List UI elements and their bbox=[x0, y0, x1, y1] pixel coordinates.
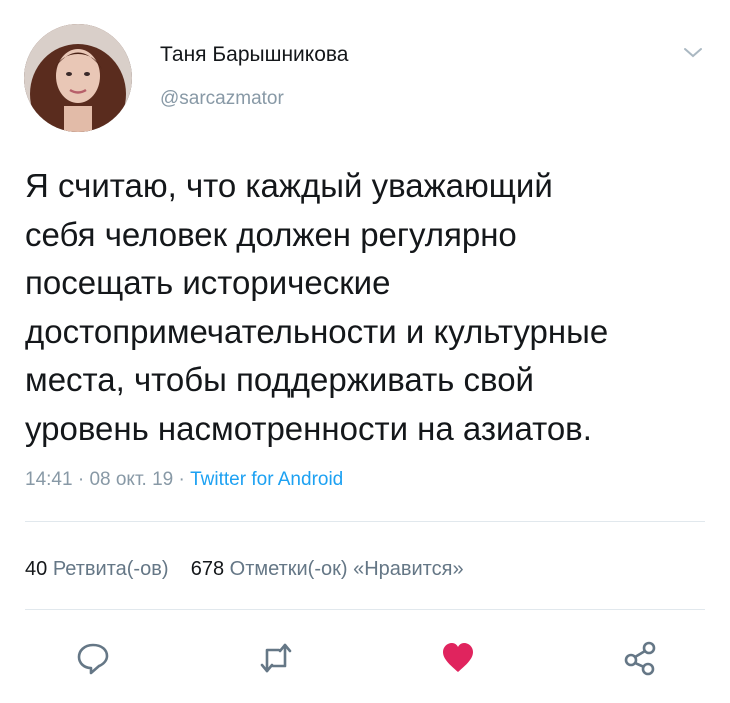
tweet-text-line: достопримечательности и культурные bbox=[25, 312, 609, 350]
meta-separator: · bbox=[173, 469, 191, 490]
retweets-count: 40 bbox=[25, 558, 48, 580]
tweet-text-line: места, чтобы поддерживать свой bbox=[25, 361, 534, 398]
likes-label: Отметки(-ок) «Нравится» bbox=[229, 558, 464, 580]
author-name[interactable]: Таня Барышникова bbox=[160, 43, 348, 67]
engagement-stats: 40 Ретвита(-ов) 678 Отметки(-ок) «Нравит… bbox=[25, 558, 464, 581]
avatar[interactable] bbox=[24, 24, 132, 132]
author-handle[interactable]: @sarcazmator bbox=[160, 88, 284, 110]
tweet-time[interactable]: 14:41 bbox=[25, 469, 73, 490]
tweet-text-line: уровень насмотренности на азиатов. bbox=[25, 409, 592, 447]
tweet-text-line: посещать исторические bbox=[25, 264, 391, 301]
reply-icon[interactable] bbox=[75, 640, 111, 676]
likes-stat[interactable]: 678 Отметки(-ок) «Нравится» bbox=[191, 558, 464, 580]
retweet-icon[interactable] bbox=[258, 640, 294, 676]
tweet-text-line: себя человек должен регулярно bbox=[25, 215, 517, 253]
retweets-stat[interactable]: 40 Ретвита(-ов) bbox=[25, 558, 168, 580]
retweets-label: Ретвита(-ов) bbox=[52, 558, 169, 580]
chevron-down-icon[interactable] bbox=[682, 44, 704, 62]
divider bbox=[25, 609, 705, 610]
tweet-text-line: Я считаю, что каждый уважающий bbox=[25, 167, 553, 204]
meta-separator: · bbox=[72, 469, 90, 490]
likes-count: 678 bbox=[190, 558, 225, 580]
share-icon[interactable] bbox=[622, 640, 658, 676]
tweet-date[interactable]: 08 окт. 19 bbox=[89, 469, 173, 490]
tweet-source-link[interactable]: Twitter for Android bbox=[190, 469, 343, 490]
tweet-meta: 14:41 · 08 окт. 19 · Twitter for Android bbox=[25, 469, 343, 491]
heart-icon[interactable] bbox=[440, 640, 476, 676]
tweet-text: Я считаю, что каждый уважающий себя чело… bbox=[25, 162, 715, 453]
divider bbox=[25, 521, 705, 522]
